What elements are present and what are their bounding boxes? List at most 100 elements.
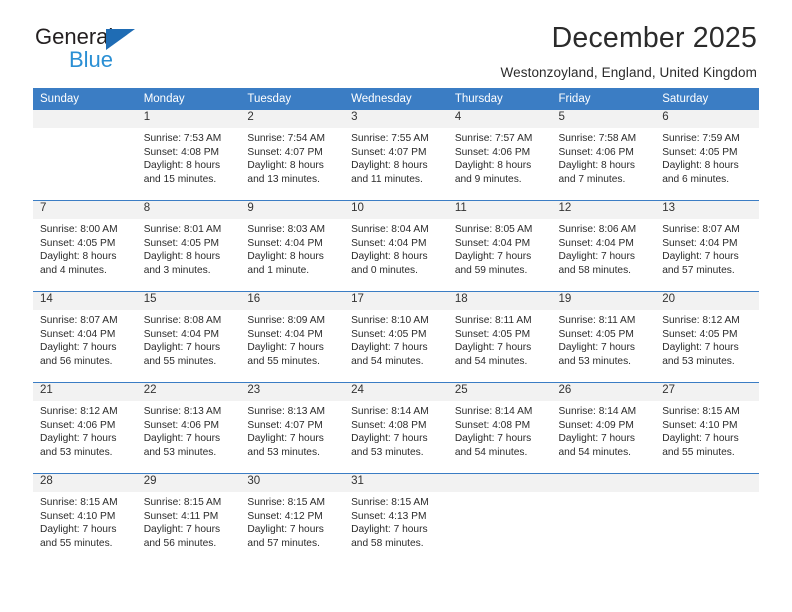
day-number: 2 (240, 110, 345, 128)
daylight-text-line1: Daylight: 8 hours (351, 251, 428, 263)
day-cell-inner: 18 Sunrise: 8:11 AM Sunset: 4:05 PM Dayligh… (447, 292, 552, 382)
day-details: Sunrise: 8:15 AM Sunset: 4:10 PM Daylight:… (655, 401, 759, 459)
day-details: Sunrise: 8:05 AM Sunset: 4:04 PM Daylight:… (448, 219, 552, 277)
sunset-text: Sunset: 4:07 PM (247, 146, 323, 158)
calendar-day-cell[interactable]: 2 Sunrise: 7:54 AM Sunset: 4:07 PM Daylight… (240, 110, 345, 201)
weekday-header-friday: Friday (551, 88, 656, 110)
calendar-day-cell[interactable]: 10 Sunrise: 8:04 AM Sunset: 4:04 PM Dayligh… (344, 200, 448, 292)
calendar-day-cell[interactable]: 22 Sunrise: 8:13 AM Sunset: 4:06 PM Dayligh… (136, 382, 241, 474)
calendar-day-cell[interactable]: 19 Sunrise: 8:11 AM Sunset: 4:05 PM Dayligh… (551, 291, 656, 383)
day-number: 24 (344, 383, 448, 401)
day-details: Sunrise: 8:15 AM Sunset: 4:10 PM Daylight:… (33, 492, 137, 550)
calendar-day-cell[interactable]: 6 Sunrise: 7:59 AM Sunset: 4:05 PM Daylight… (655, 110, 759, 201)
sunset-text: Sunset: 4:04 PM (143, 328, 220, 340)
sunrise-text: Sunrise: 8:13 AM (143, 406, 222, 417)
sunrise-text: Sunrise: 8:09 AM (247, 315, 325, 326)
sunset-text: Sunset: 4:05 PM (143, 237, 220, 249)
title-block: December 2025 Westonzoyland, England, Un… (500, 23, 757, 80)
daylight-text-line2: and 13 minutes. (247, 173, 320, 185)
day-cell-inner: 31 Sunrise: 8:15 AM Sunset: 4:13 PM Dayligh… (344, 474, 448, 564)
weekday-header-wednesday: Wednesday (344, 88, 448, 110)
day-number: 31 (344, 474, 448, 492)
day-cell-inner: 29 Sunrise: 8:15 AM Sunset: 4:11 PM Dayligh… (136, 474, 241, 564)
day-cell-inner: 28 Sunrise: 8:15 AM Sunset: 4:10 PM Dayligh… (33, 474, 137, 564)
calendar-day-cell[interactable]: 31 Sunrise: 8:15 AM Sunset: 4:13 PM Dayligh… (344, 473, 448, 564)
calendar-day-cell[interactable]: 18 Sunrise: 8:11 AM Sunset: 4:05 PM Dayligh… (447, 291, 552, 383)
calendar-day-cell[interactable]: 30 Sunrise: 8:15 AM Sunset: 4:12 PM Dayligh… (240, 473, 345, 564)
day-number (447, 474, 552, 492)
day-number: 30 (240, 474, 345, 492)
calendar-day-cell[interactable]: 26 Sunrise: 8:14 AM Sunset: 4:09 PM Dayligh… (551, 382, 656, 474)
calendar-day-cell[interactable]: 25 Sunrise: 8:14 AM Sunset: 4:08 PM Dayligh… (447, 382, 552, 474)
calendar-day-cell[interactable]: 12 Sunrise: 8:06 AM Sunset: 4:04 PM Dayligh… (551, 200, 656, 292)
day-number: 18 (447, 292, 552, 310)
day-details: Sunrise: 7:59 AM Sunset: 4:05 PM Daylight:… (655, 128, 759, 186)
day-cell-inner: 20 Sunrise: 8:12 AM Sunset: 4:05 PM Dayligh… (655, 292, 759, 382)
sunset-text: Sunset: 4:11 PM (143, 510, 219, 522)
calendar-day-cell[interactable]: 11 Sunrise: 8:05 AM Sunset: 4:04 PM Dayligh… (447, 200, 552, 292)
sunrise-text: Sunrise: 8:14 AM (351, 406, 429, 417)
daylight-text-line2: and 53 minutes. (247, 446, 320, 458)
calendar-day-cell[interactable]: 5 Sunrise: 7:58 AM Sunset: 4:06 PM Daylight… (551, 110, 656, 201)
calendar-day-cell[interactable]: 14 Sunrise: 8:07 AM Sunset: 4:04 PM Dayligh… (33, 291, 137, 383)
sunrise-text: Sunrise: 8:15 AM (143, 497, 222, 508)
day-cell-inner: 9 Sunrise: 8:03 AM Sunset: 4:04 PM Daylight… (240, 201, 345, 291)
daylight-text-line1: Daylight: 8 hours (247, 251, 324, 263)
daylight-text-line2: and 11 minutes. (351, 173, 423, 185)
sunrise-text: Sunrise: 8:11 AM (454, 315, 532, 326)
calendar-day-cell[interactable]: 9 Sunrise: 8:03 AM Sunset: 4:04 PM Daylight… (240, 200, 345, 292)
day-cell-inner (655, 474, 759, 564)
sunrise-text: Sunrise: 7:54 AM (247, 133, 325, 144)
calendar-day-cell[interactable]: 17 Sunrise: 8:10 AM Sunset: 4:05 PM Dayligh… (344, 291, 448, 383)
calendar-day-cell[interactable]: 3 Sunrise: 7:55 AM Sunset: 4:07 PM Daylight… (344, 110, 448, 201)
calendar-day-cell[interactable]: 4 Sunrise: 7:57 AM Sunset: 4:06 PM Daylight… (447, 110, 552, 201)
logo-text-general: General (35, 24, 114, 49)
day-number: 29 (136, 474, 241, 492)
calendar-day-cell[interactable]: 28 Sunrise: 8:15 AM Sunset: 4:10 PM Dayligh… (33, 473, 137, 564)
calendar-day-cell[interactable]: 27 Sunrise: 8:15 AM Sunset: 4:10 PM Dayligh… (655, 382, 759, 474)
calendar-day-cell[interactable]: 1 Sunrise: 7:53 AM Sunset: 4:08 PM Daylight… (136, 110, 241, 201)
day-details: Sunrise: 8:03 AM Sunset: 4:04 PM Daylight:… (240, 219, 344, 277)
sunset-text: Sunset: 4:04 PM (40, 328, 116, 340)
day-cell-inner: 17 Sunrise: 8:10 AM Sunset: 4:05 PM Dayligh… (344, 292, 448, 382)
daylight-text-line1: Daylight: 7 hours (351, 342, 428, 354)
calendar-day-cell[interactable]: 29 Sunrise: 8:15 AM Sunset: 4:11 PM Dayligh… (136, 473, 241, 564)
day-number (655, 474, 759, 492)
calendar-day-cell[interactable]: 13 Sunrise: 8:07 AM Sunset: 4:04 PM Dayligh… (655, 200, 759, 292)
calendar-day-cell[interactable]: 15 Sunrise: 8:08 AM Sunset: 4:04 PM Dayligh… (136, 291, 241, 383)
calendar-day-cell[interactable]: 16 Sunrise: 8:09 AM Sunset: 4:04 PM Dayligh… (240, 291, 345, 383)
day-number: 23 (240, 383, 345, 401)
calendar-day-cell[interactable]: 8 Sunrise: 8:01 AM Sunset: 4:05 PM Daylight… (136, 200, 241, 292)
daylight-text-line2: and 53 minutes. (351, 446, 424, 458)
sunset-text: Sunset: 4:13 PM (351, 510, 427, 522)
daylight-text-line1: Daylight: 7 hours (454, 342, 532, 354)
day-cell-inner: 8 Sunrise: 8:01 AM Sunset: 4:05 PM Daylight… (136, 201, 241, 291)
day-cell-inner: 30 Sunrise: 8:15 AM Sunset: 4:12 PM Dayligh… (240, 474, 345, 564)
calendar-day-cell[interactable]: 23 Sunrise: 8:13 AM Sunset: 4:07 PM Dayligh… (240, 382, 345, 474)
day-cell-inner: 21 Sunrise: 8:12 AM Sunset: 4:06 PM Dayligh… (33, 383, 137, 473)
sunset-text: Sunset: 4:05 PM (454, 328, 531, 340)
weekday-header-row: Sunday Monday Tuesday Wednesday Thursday… (33, 88, 759, 110)
day-details: Sunrise: 7:54 AM Sunset: 4:07 PM Daylight:… (240, 128, 344, 186)
daylight-text-line1: Daylight: 7 hours (662, 342, 739, 354)
day-details: Sunrise: 8:01 AM Sunset: 4:05 PM Daylight:… (137, 219, 241, 277)
daylight-text-line1: Daylight: 7 hours (351, 433, 428, 445)
day-cell-inner: 12 Sunrise: 8:06 AM Sunset: 4:04 PM Dayligh… (551, 201, 656, 291)
calendar-day-cell[interactable]: 7 Sunrise: 8:00 AM Sunset: 4:05 PM Daylight… (33, 200, 137, 292)
weekday-header-saturday: Saturday (655, 88, 759, 110)
day-details: Sunrise: 8:09 AM Sunset: 4:04 PM Daylight:… (240, 310, 344, 368)
day-number: 13 (655, 201, 759, 219)
day-cell-inner: 16 Sunrise: 8:09 AM Sunset: 4:04 PM Dayligh… (240, 292, 345, 382)
calendar-day-cell[interactable]: 24 Sunrise: 8:14 AM Sunset: 4:08 PM Dayligh… (344, 382, 448, 474)
daylight-text-line2: and 58 minutes. (351, 537, 424, 549)
sunset-text: Sunset: 4:12 PM (247, 510, 323, 522)
sunrise-text: Sunrise: 8:15 AM (247, 497, 325, 508)
daylight-text-line1: Daylight: 7 hours (558, 433, 635, 445)
page-subtitle: Westonzoyland, England, United Kingdom (500, 64, 757, 80)
day-details: Sunrise: 8:11 AM Sunset: 4:05 PM Daylight:… (448, 310, 552, 368)
general-blue-logo[interactable]: General Blue (33, 24, 173, 76)
daylight-text-line1: Daylight: 7 hours (40, 524, 117, 536)
day-number: 20 (655, 292, 759, 310)
calendar-day-cell[interactable]: 21 Sunrise: 8:12 AM Sunset: 4:06 PM Dayligh… (33, 382, 137, 474)
calendar-day-cell[interactable]: 20 Sunrise: 8:12 AM Sunset: 4:05 PM Dayligh… (655, 291, 759, 383)
